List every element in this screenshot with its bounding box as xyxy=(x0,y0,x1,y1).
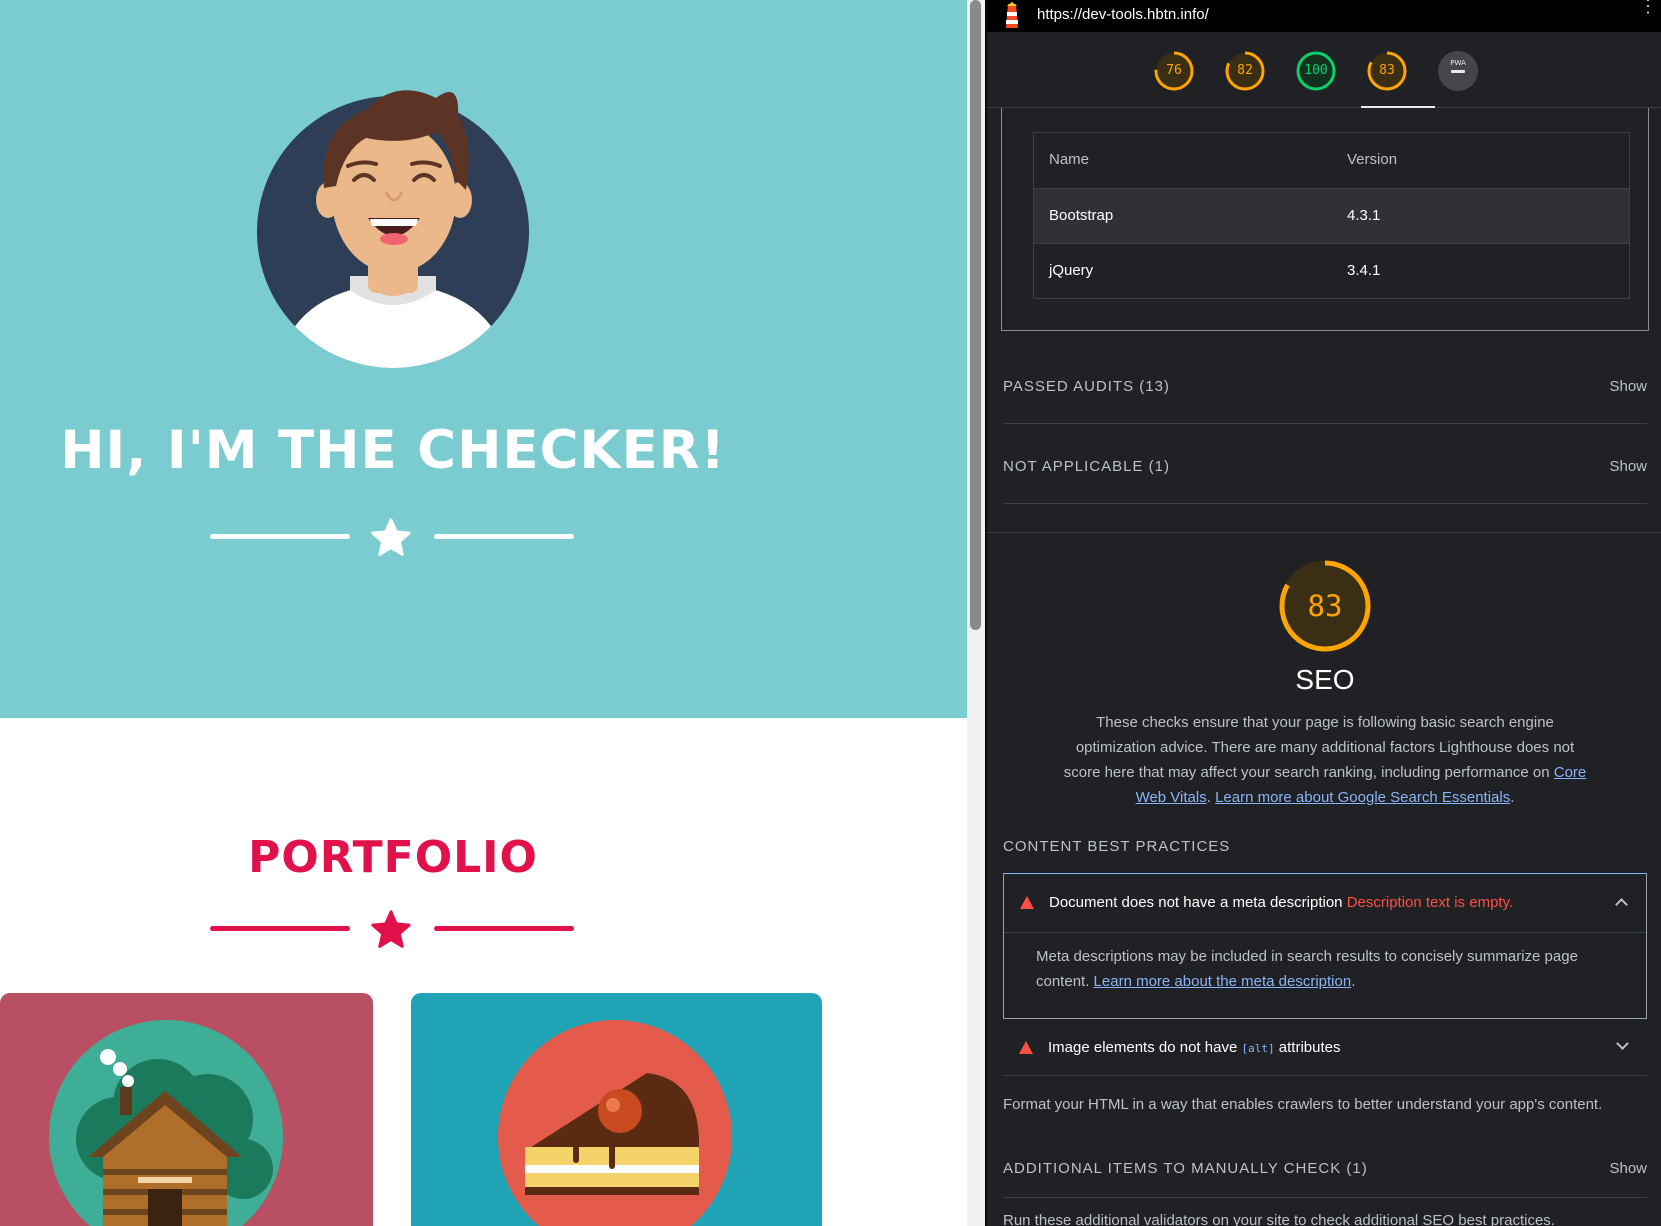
column-header-version: Version xyxy=(1347,151,1398,168)
search-essentials-link[interactable]: Learn more about Google Search Essential… xyxy=(1215,789,1510,806)
report-url[interactable]: https://dev-tools.hbtn.info/ xyxy=(1037,6,1209,23)
not-applicable-group[interactable]: NOT APPLICABLE (1) Show xyxy=(1003,428,1647,504)
not-applicable-title: NOT APPLICABLE (1) xyxy=(1003,458,1170,475)
table-header: Name Version xyxy=(1034,133,1629,188)
gauge-seo-score: 83 xyxy=(1379,63,1395,78)
cabin-icon xyxy=(49,1020,283,1226)
library-version: 3.4.1 xyxy=(1347,262,1381,279)
table-row: Bootstrap 4.3.1 xyxy=(1034,188,1629,243)
page-scrollbar-thumb[interactable] xyxy=(970,0,981,630)
manual-check-description: Run these additional validators on your … xyxy=(1003,1212,1555,1226)
hero-section: HI, I'M THE CHECKER! xyxy=(0,0,967,718)
audit-description: Meta descriptions may be included in sea… xyxy=(1036,948,1578,990)
audit-image-alt[interactable]: Image elements do not have [alt] attribu… xyxy=(1003,1019,1647,1076)
passed-audits-title: PASSED AUDITS (13) xyxy=(1003,378,1170,395)
libraries-table: Name Version Bootstrap 4.3.1 jQuery 3.4.… xyxy=(1033,132,1630,299)
library-name: Bootstrap xyxy=(1049,207,1114,224)
portfolio-card-cabin[interactable] xyxy=(0,993,373,1226)
website-viewport: HI, I'M THE CHECKER! PORTFOLIO xyxy=(0,0,967,1226)
fail-triangle-icon xyxy=(1020,896,1034,909)
star-icon xyxy=(371,518,411,556)
audit-error-text: Description text is empty. xyxy=(1346,894,1514,911)
manual-check-title: ADDITIONAL ITEMS TO MANUALLY CHECK (1) xyxy=(1003,1160,1368,1177)
score-gauges-nav: 76 82 100 83 PWA xyxy=(987,32,1661,108)
column-header-name: Name xyxy=(1049,151,1090,168)
manual-check-group[interactable]: ADDITIONAL ITEMS TO MANUALLY CHECK (1) S… xyxy=(1003,1130,1647,1198)
avatar xyxy=(257,90,529,368)
category-title: SEO xyxy=(1295,664,1355,695)
alt-code: [alt] xyxy=(1241,1042,1275,1055)
seo-score-value: 83 xyxy=(1307,589,1343,623)
audit-title: Image elements do not have [alt] attribu… xyxy=(1048,1039,1341,1056)
gauge-performance-score: 76 xyxy=(1166,63,1182,78)
group-description: Format your HTML in a way that enables c… xyxy=(1003,1096,1603,1113)
more-menu-icon[interactable]: ⋮ xyxy=(1639,0,1657,15)
category-description: These checks ensure that your page is fo… xyxy=(1063,714,1587,806)
gauge-best-practices-score: 100 xyxy=(1304,63,1328,78)
svg-text:PWA: PWA xyxy=(1450,59,1466,67)
portfolio-divider-left xyxy=(210,926,350,931)
show-button[interactable]: Show xyxy=(1609,1160,1647,1177)
content-best-practices-heading: CONTENT BEST PRACTICES xyxy=(1003,838,1231,855)
chevron-down-icon[interactable] xyxy=(1616,1037,1629,1050)
audit-meta-description: Document does not have a meta descriptio… xyxy=(1003,873,1647,1019)
section-divider xyxy=(987,532,1661,533)
divider-line-right xyxy=(434,534,574,539)
audit-title: Document does not have a meta descriptio… xyxy=(1049,894,1514,911)
show-button[interactable]: Show xyxy=(1609,378,1647,395)
hero-title: HI, I'M THE CHECKER! xyxy=(60,420,726,481)
portfolio-title: PORTFOLIO xyxy=(248,832,538,883)
table-row: jQuery 3.4.1 xyxy=(1034,243,1629,298)
library-version: 4.3.1 xyxy=(1347,207,1381,224)
portfolio-card-cake[interactable] xyxy=(411,993,822,1226)
portfolio-divider-right xyxy=(434,926,574,931)
divider-line-left xyxy=(210,534,350,539)
lighthouse-logo-icon xyxy=(1006,2,1018,28)
show-button[interactable]: Show xyxy=(1609,458,1647,475)
lighthouse-url-bar: https://dev-tools.hbtn.info/ ⋮ xyxy=(987,0,1661,32)
lighthouse-panel: https://dev-tools.hbtn.info/ ⋮ 76 82 100… xyxy=(985,0,1661,1226)
meta-description-link[interactable]: Learn more about the meta description xyxy=(1094,973,1352,990)
star-icon xyxy=(371,910,411,948)
pwa-badge[interactable]: PWA xyxy=(1437,50,1479,92)
library-name: jQuery xyxy=(1049,262,1094,279)
gauge-accessibility-score: 82 xyxy=(1237,63,1253,78)
audit-header[interactable]: Document does not have a meta descriptio… xyxy=(1004,874,1646,933)
chevron-up-icon[interactable] xyxy=(1615,898,1628,911)
cake-icon xyxy=(498,1020,732,1226)
passed-audits-group[interactable]: PASSED AUDITS (13) Show xyxy=(1003,348,1647,424)
fail-triangle-icon xyxy=(1019,1041,1033,1054)
